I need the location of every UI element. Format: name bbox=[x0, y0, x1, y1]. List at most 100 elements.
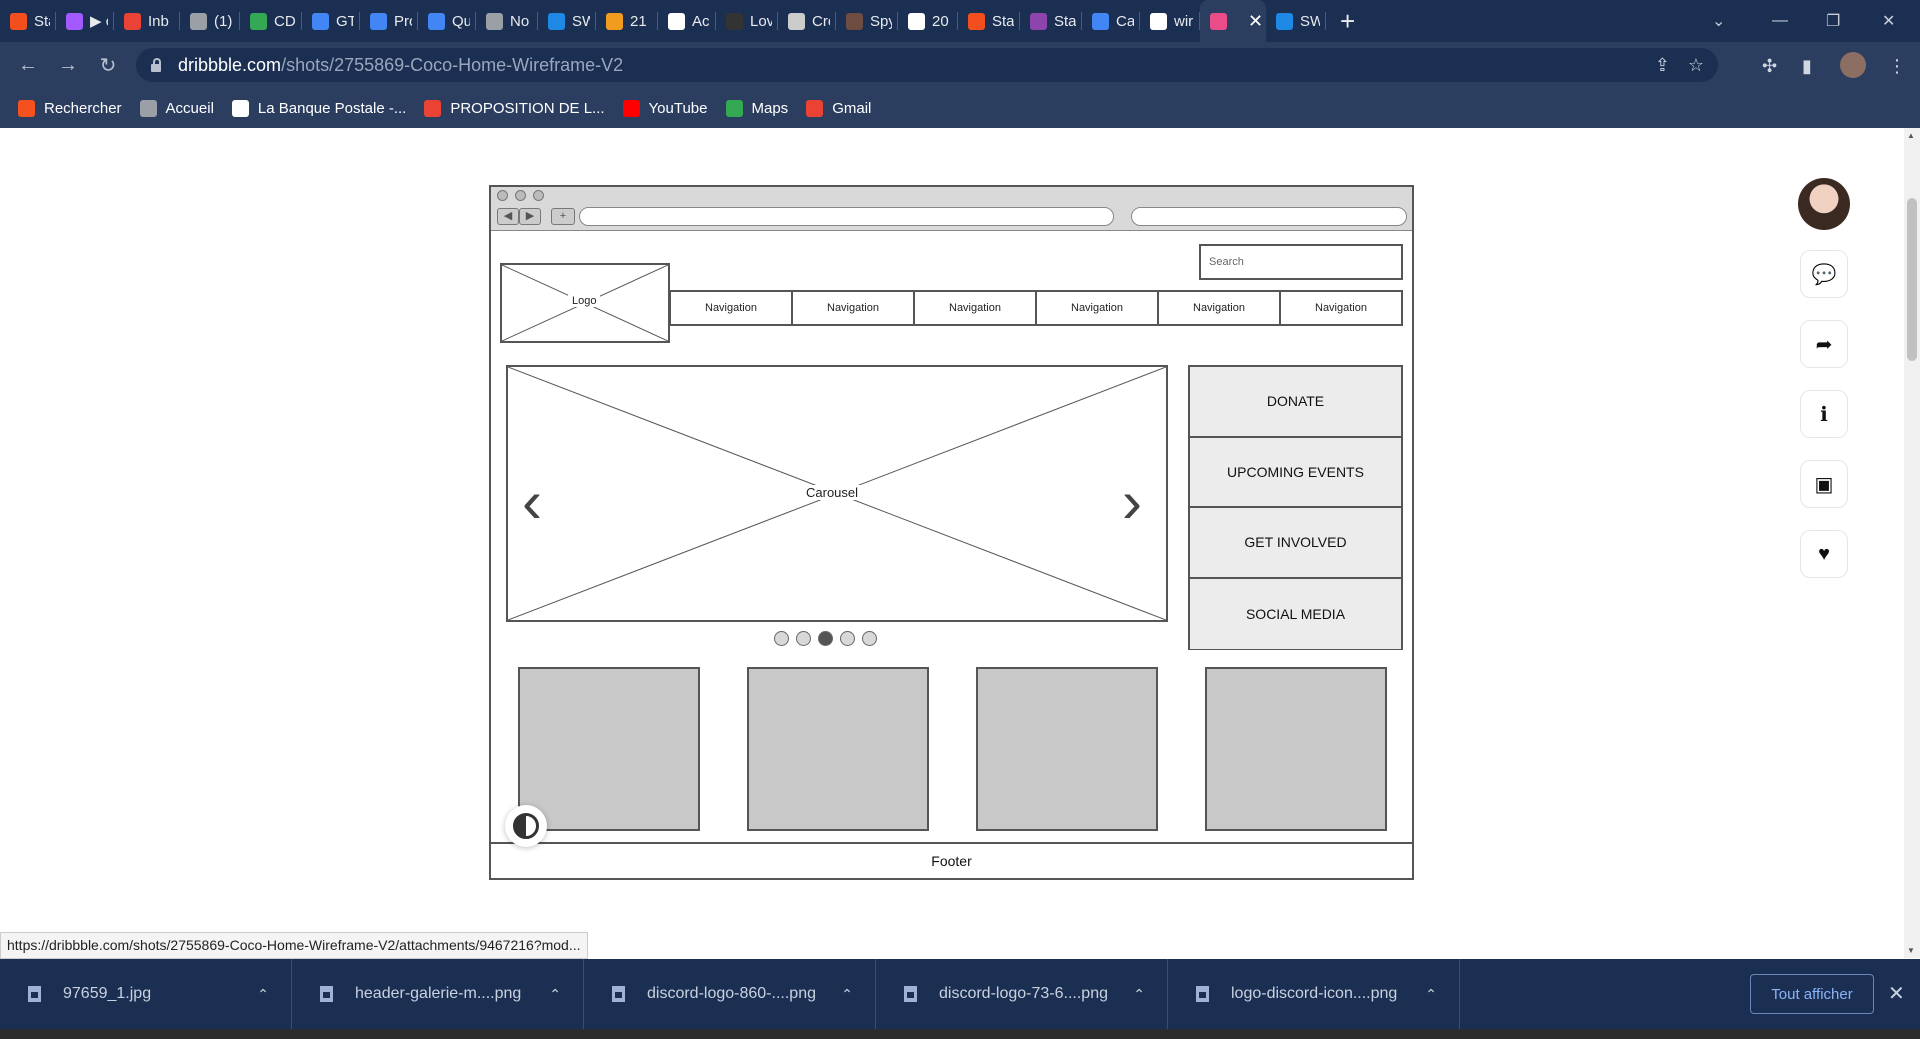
download-filename: discord-logo-73-6....png bbox=[939, 985, 1108, 1002]
tab-19[interactable]: wir bbox=[1140, 0, 1200, 42]
tab-label: Inb bbox=[148, 12, 169, 30]
gmail-icon bbox=[806, 99, 824, 117]
download-item[interactable]: 97659_1.jpg ⌃ bbox=[0, 959, 292, 1029]
bookmark-5[interactable]: Maps bbox=[725, 99, 788, 117]
download-item[interactable]: discord-logo-860-....png ⌃ bbox=[584, 959, 876, 1029]
scroll-up-icon[interactable]: ▲ bbox=[1907, 131, 1915, 140]
bookmark-4[interactable]: YouTube bbox=[622, 99, 708, 117]
bookmark-2[interactable]: La Banque Postale -... bbox=[231, 99, 406, 117]
scroll-down-icon[interactable]: ▼ bbox=[1907, 946, 1915, 955]
tab-label: Pro bbox=[394, 12, 412, 30]
tab-9[interactable]: SW bbox=[538, 0, 596, 42]
tab-20[interactable]: ✕ bbox=[1200, 0, 1266, 42]
tab-label: 20 bbox=[932, 12, 949, 30]
info-button[interactable]: ℹ bbox=[1800, 390, 1848, 438]
forward-icon[interactable]: → bbox=[48, 54, 88, 77]
mock-window-dot bbox=[497, 190, 508, 201]
drive-icon bbox=[250, 12, 267, 30]
tab-7[interactable]: Qu bbox=[418, 0, 476, 42]
mock-forward-icon: ▶ bbox=[519, 208, 541, 225]
tab-16[interactable]: Sta bbox=[958, 0, 1020, 42]
chevron-up-icon[interactable]: ⌃ bbox=[257, 986, 269, 1003]
tab-label: Lov bbox=[750, 12, 772, 30]
tab-6[interactable]: Pro bbox=[360, 0, 418, 42]
tab-11[interactable]: Acc bbox=[658, 0, 716, 42]
share-icon[interactable]: ⇪ bbox=[1655, 55, 1670, 76]
share-button[interactable]: ➦ bbox=[1800, 320, 1848, 368]
tab-12[interactable]: Lov bbox=[716, 0, 778, 42]
spy-icon bbox=[846, 12, 863, 30]
close-tab-icon[interactable]: ✕ bbox=[1248, 11, 1263, 32]
menu-icon[interactable]: ⋮ bbox=[1888, 56, 1906, 77]
url-path: /shots/2755869-Coco-Home-Wireframe-V2 bbox=[281, 54, 624, 75]
mock-browser-chrome: ◀ ▶ + bbox=[491, 187, 1412, 231]
show-all-button[interactable]: Tout afficher bbox=[1750, 974, 1874, 1014]
like-button[interactable]: ♥ bbox=[1800, 530, 1848, 578]
tab-18[interactable]: Cal bbox=[1082, 0, 1140, 42]
chevron-up-icon[interactable]: ⌃ bbox=[1133, 986, 1145, 1003]
back-icon[interactable]: ← bbox=[8, 54, 48, 77]
download-item[interactable]: logo-discord-icon....png ⌃ bbox=[1168, 959, 1460, 1029]
tab-21[interactable]: SW bbox=[1266, 0, 1326, 42]
tab-label: Qu bbox=[452, 12, 470, 30]
tab-17[interactable]: Sta bbox=[1020, 0, 1082, 42]
side-panel-icon[interactable]: ▮ bbox=[1802, 56, 1812, 77]
bookmark-star-icon[interactable]: ☆ bbox=[1688, 55, 1704, 76]
tab-1[interactable]: ▶ c bbox=[56, 0, 114, 42]
bookmarks-bar: Rechercher Accueil La Banque Postale -... P… bbox=[0, 88, 1920, 128]
new-tab-icon[interactable]: + bbox=[1340, 6, 1355, 37]
contrast-toggle-button[interactable] bbox=[505, 805, 547, 847]
tab-2[interactable]: Inb bbox=[114, 0, 180, 42]
reload-icon[interactable]: ↻ bbox=[88, 53, 128, 78]
mock-window-dot bbox=[533, 190, 544, 201]
tab-label: ▶ c bbox=[90, 13, 108, 30]
minimize-icon[interactable]: — bbox=[1772, 0, 1788, 42]
tab-15[interactable]: 20 bbox=[898, 0, 958, 42]
bookmark-0[interactable]: Rechercher bbox=[18, 99, 122, 117]
extensions-icon[interactable]: ✣ bbox=[1762, 56, 1777, 77]
tab-label: No bbox=[510, 12, 530, 30]
url-domain: dribbble.com bbox=[178, 54, 282, 75]
orange-icon bbox=[606, 12, 623, 30]
bookmark-1[interactable]: Accueil bbox=[139, 99, 214, 117]
tab-14[interactable]: Spy bbox=[836, 0, 898, 42]
designer-avatar[interactable] bbox=[1798, 178, 1850, 230]
close-downloads-icon[interactable]: ✕ bbox=[1888, 981, 1905, 1006]
mock-nav-item: Navigation bbox=[671, 292, 793, 324]
browser-toolbar: ← → ↻ dribbble.com/shots/2755869-Coco-Ho… bbox=[0, 42, 1920, 88]
profile-avatar[interactable] bbox=[1840, 52, 1866, 78]
download-item[interactable]: header-galerie-m....png ⌃ bbox=[292, 959, 584, 1029]
chevron-up-icon[interactable]: ⌃ bbox=[549, 986, 561, 1003]
tab-label: Cré bbox=[812, 12, 830, 30]
swoosh-icon bbox=[548, 12, 565, 30]
github-icon bbox=[726, 12, 743, 30]
comment-button[interactable]: 💬 bbox=[1800, 250, 1848, 298]
mock-nav-item: Navigation bbox=[1037, 292, 1159, 324]
scrollbar[interactable]: ▲ ▼ bbox=[1904, 128, 1920, 958]
download-item[interactable]: discord-logo-73-6....png ⌃ bbox=[876, 959, 1168, 1029]
tab-0[interactable]: Sta bbox=[0, 0, 56, 42]
cloud-icon bbox=[788, 12, 805, 30]
bookmark-3[interactable]: PROPOSITION DE L... bbox=[424, 99, 605, 117]
chevron-up-icon[interactable]: ⌃ bbox=[841, 986, 853, 1003]
folder-plus-icon: ▣ bbox=[1814, 473, 1834, 496]
scrollbar-thumb[interactable] bbox=[1907, 198, 1917, 361]
tab-5[interactable]: GT bbox=[302, 0, 360, 42]
wireframe-shot[interactable]: ◀ ▶ + Logo Search Navigation Navigation Na… bbox=[489, 185, 1414, 880]
tab-search-icon[interactable]: ⌄ bbox=[1712, 0, 1725, 42]
chevron-up-icon[interactable]: ⌃ bbox=[1425, 986, 1437, 1003]
mock-search-field: Search bbox=[1199, 244, 1403, 280]
tab-13[interactable]: Cré bbox=[778, 0, 836, 42]
tab-3[interactable]: (1) bbox=[180, 0, 240, 42]
lock-icon[interactable] bbox=[150, 58, 162, 72]
tab-10[interactable]: 21 bbox=[596, 0, 658, 42]
tab-label: (1) bbox=[214, 12, 233, 30]
address-bar[interactable]: dribbble.com/shots/2755869-Coco-Home-Wir… bbox=[136, 48, 1718, 82]
close-window-icon[interactable]: ✕ bbox=[1882, 0, 1895, 42]
add-to-collection-button[interactable]: ▣ bbox=[1800, 460, 1848, 508]
tab-8[interactable]: No bbox=[476, 0, 538, 42]
tab-4[interactable]: CD bbox=[240, 0, 302, 42]
restore-icon[interactable]: ❐ bbox=[1826, 0, 1840, 42]
bookmark-6[interactable]: Gmail bbox=[806, 99, 871, 117]
tab-label: Spy bbox=[870, 12, 892, 30]
